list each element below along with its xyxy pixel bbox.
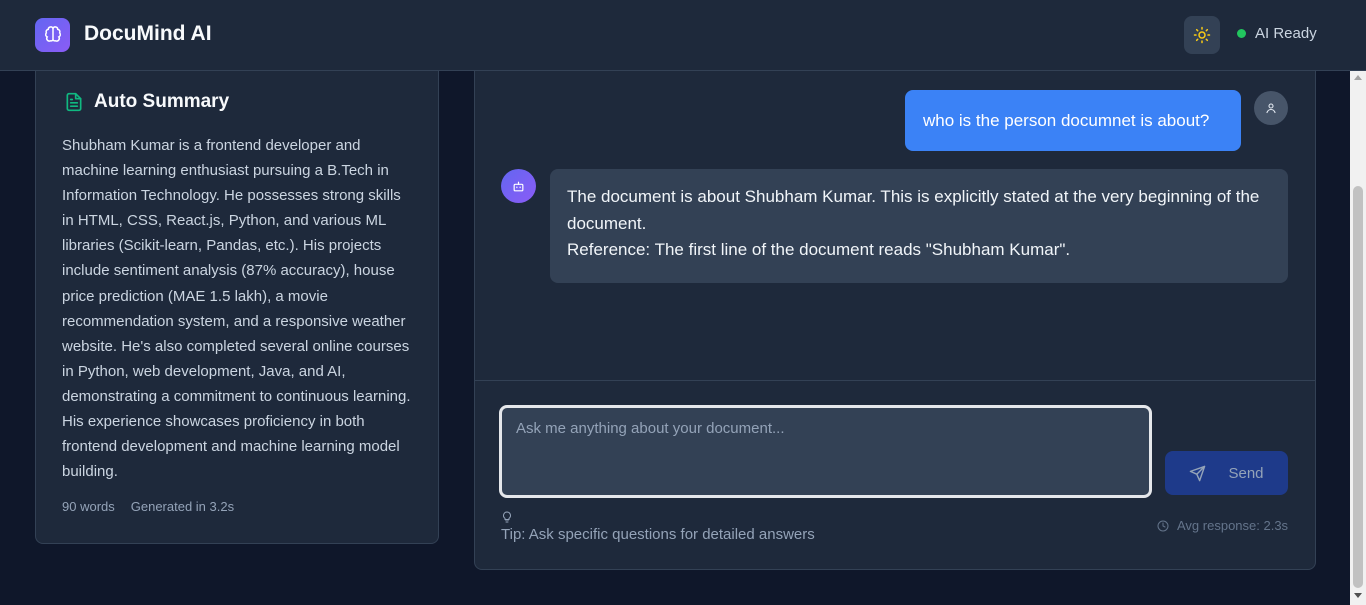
user-avatar: [1254, 91, 1288, 125]
scroll-up-arrow[interactable]: [1354, 75, 1362, 80]
avg-response: Avg response: 2.3s: [1157, 518, 1288, 533]
send-icon: [1190, 465, 1206, 481]
summary-meta: 90 words Generated in 3.2s: [62, 499, 234, 514]
avg-response-text: Avg response: 2.3s: [1177, 518, 1289, 533]
status-label: AI Ready: [1255, 25, 1317, 42]
document-icon: [66, 92, 82, 112]
theme-toggle-button[interactable]: [1184, 16, 1220, 54]
clock-icon: [1157, 520, 1169, 531]
question-input[interactable]: [499, 405, 1152, 498]
sun-icon: [1193, 26, 1211, 44]
summary-card: Auto Summary Shubham Kumar is a frontend…: [35, 60, 439, 544]
summary-header: Auto Summary: [64, 91, 229, 113]
status-dot: [1237, 29, 1246, 38]
chat-panel: who is the person documnet is about? The…: [474, 60, 1316, 570]
word-count: 90 words: [62, 499, 115, 514]
ai-status: AI Ready: [1237, 25, 1317, 42]
tip: Tip: Ask specific questions for detailed…: [501, 508, 815, 543]
app-header: DocuMind AI AI Ready: [0, 0, 1366, 71]
user-message: who is the person documnet is about?: [905, 90, 1241, 151]
send-label: Send: [1228, 464, 1264, 482]
generation-time: Generated in 3.2s: [130, 499, 235, 514]
summary-title: Auto Summary: [94, 91, 230, 112]
lightbulb-icon: [503, 511, 511, 523]
summary-text: Shubham Kumar is a frontend developer an…: [62, 137, 411, 481]
brain-icon: [35, 18, 70, 52]
scrollbar-thumb[interactable]: [1353, 186, 1363, 588]
app-title: DocuMind AI: [84, 22, 212, 45]
divider: [475, 380, 1315, 381]
bot-message: The document is about Shubham Kumar. Thi…: [550, 169, 1288, 283]
bot-message-reference: Reference: The first line of the documen…: [567, 240, 1071, 259]
user-icon: [1266, 103, 1276, 114]
bot-message-text: The document is about Shubham Kumar. Thi…: [567, 187, 1260, 233]
scroll-down-arrow[interactable]: [1354, 593, 1362, 598]
tip-text: Tip: Ask specific questions for detailed…: [501, 526, 815, 543]
bot-icon: [513, 181, 524, 191]
send-button[interactable]: Send: [1165, 451, 1288, 495]
bot-avatar: [501, 169, 536, 203]
